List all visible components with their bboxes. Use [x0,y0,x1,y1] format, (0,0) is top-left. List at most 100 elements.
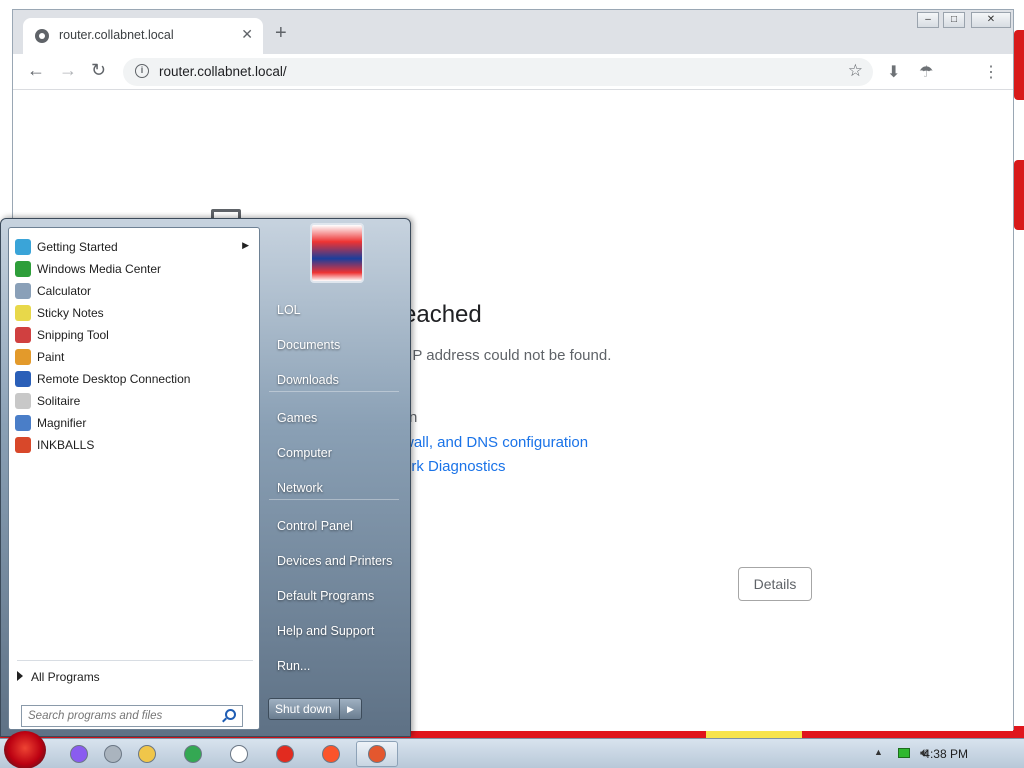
program-item[interactable]: Calculator [13,280,257,302]
program-label: Sticky Notes [37,306,104,320]
program-label: Remote Desktop Connection [37,372,191,386]
program-item[interactable]: INKBALLS [13,434,257,456]
program-item[interactable]: Windows Media Center [13,258,257,280]
info-icon[interactable]: i [135,64,149,78]
start-menu: Getting Started ▶ Windows Media Center Calc… [0,218,411,737]
browser-tab[interactable]: router.collabnet.local ✕ [23,18,263,54]
wallpaper-mark [1014,30,1024,100]
yandex-icon [276,745,294,763]
chrome-taskbar-button[interactable] [172,741,214,767]
close-tab-icon[interactable]: ✕ [241,26,253,43]
apps-grid-icon [104,745,122,763]
solitaire-icon [15,393,31,409]
program-label: Snipping Tool [37,328,109,342]
yandex-taskbar-button[interactable] [264,741,306,767]
program-item[interactable]: Getting Started ▶ [13,236,257,258]
magnifier-icon [15,415,31,431]
network-diagnostics-link[interactable]: ork Diagnostics [403,458,506,475]
clock[interactable]: 4:38 PM [923,747,968,761]
start-place-computer[interactable]: Computer [277,446,332,460]
system-tray: ▲ 🔊︎ 4:38 PM [864,739,1024,768]
taskbar: ▲ 🔊︎ 4:38 PM [0,731,1024,768]
program-item[interactable]: Sticky Notes [13,302,257,324]
program-item[interactable]: Solitaire [13,390,257,412]
all-programs-button[interactable]: All Programs [17,660,253,684]
start-place-default-programs[interactable]: Default Programs [277,589,374,603]
yandex-browser-taskbar-button[interactable] [218,741,260,767]
program-label: INKBALLS [37,438,95,452]
user-avatar[interactable] [310,223,364,283]
sticky-notes-icon [15,305,31,321]
show-hidden-icons-icon[interactable]: ▲ [874,747,883,757]
start-place-run[interactable]: Run... [277,659,310,673]
wallpaper-mark [1014,160,1024,230]
start-button[interactable] [4,731,46,768]
address-bar[interactable]: i router.collabnet.local/ ☆ [123,58,873,86]
start-place-lol[interactable]: LOL [277,303,301,317]
new-tab-button[interactable]: + [275,23,287,43]
tab-strip: – □ ✕ router.collabnet.local ✕ + [13,10,1013,54]
start-search-box[interactable] [21,705,243,727]
remote-desktop-icon [15,371,31,387]
brave-taskbar-button[interactable] [310,741,352,767]
download-icon[interactable]: ⬇ [887,62,900,82]
minimize-button[interactable]: – [917,12,939,28]
folder-taskbar-button[interactable] [126,741,168,767]
triangle-right-icon [17,671,23,681]
tab-title: router.collabnet.local [59,28,174,42]
chrome-icon [184,745,202,763]
search-input[interactable] [28,706,224,726]
program-label: Paint [37,350,65,364]
firewall-dns-link[interactable]: wall, and DNS configuration [403,434,588,451]
program-label: Windows Media Center [37,262,162,276]
start-place-help-and-support[interactable]: Help and Support [277,624,374,638]
program-label: Calculator [37,284,92,298]
submenu-arrow-icon: ▶ [242,240,249,250]
folder-icon [138,745,156,763]
program-item[interactable]: Snipping Tool [13,324,257,346]
getting-started-icon [15,239,31,255]
details-button[interactable]: Details [738,567,812,601]
alice-icon [70,745,88,763]
start-place-control-panel[interactable]: Control Panel [277,519,353,533]
network-status-icon[interactable] [898,748,910,758]
start-place-downloads[interactable]: Downloads [277,373,339,387]
program-item[interactable]: Magnifier [13,412,257,434]
reload-button[interactable]: ↻ [91,60,106,81]
all-programs-label: All Programs [31,670,100,684]
maximize-button[interactable]: □ [943,12,965,28]
start-place-games[interactable]: Games [277,411,317,425]
extension-umbrella-icon[interactable]: ☂ [919,62,933,82]
globe-icon [35,29,49,43]
program-item[interactable]: Paint [13,346,257,368]
close-window-button[interactable]: ✕ [971,12,1011,28]
firefox-taskbar-button[interactable] [356,741,398,767]
shutdown-button[interactable]: Shut down ▶ [268,698,362,720]
menu-separator [269,499,399,500]
brave-icon [322,745,340,763]
snipping-tool-icon [15,327,31,343]
start-place-devices-and-printers[interactable]: Devices and Printers [277,554,392,568]
program-label: Solitaire [37,394,81,408]
program-item[interactable]: Remote Desktop Connection [13,368,257,390]
program-label: Getting Started [37,240,118,254]
shutdown-options-arrow-icon[interactable]: ▶ [339,699,361,719]
back-button[interactable]: ← [27,60,45,81]
firefox-icon [368,745,386,763]
forward-button[interactable]: → [59,60,77,81]
yandex-browser-icon [230,745,248,763]
media-center-icon [15,261,31,277]
calculator-icon [15,283,31,299]
shutdown-label: Shut down [275,702,332,716]
paint-icon [15,349,31,365]
start-menu-programs-pane: Getting Started ▶ Windows Media Center Calc… [8,227,260,730]
menu-separator [269,391,399,392]
program-label: Magnifier [37,416,87,430]
menu-kebab-icon[interactable]: ⋮ [983,62,999,82]
error-heading: eached [403,301,482,328]
start-place-documents[interactable]: Documents [277,338,340,352]
address-text: router.collabnet.local/ [159,64,287,79]
bookmark-star-icon[interactable]: ☆ [848,61,863,81]
start-place-network[interactable]: Network [277,481,323,495]
search-icon[interactable] [225,709,236,720]
